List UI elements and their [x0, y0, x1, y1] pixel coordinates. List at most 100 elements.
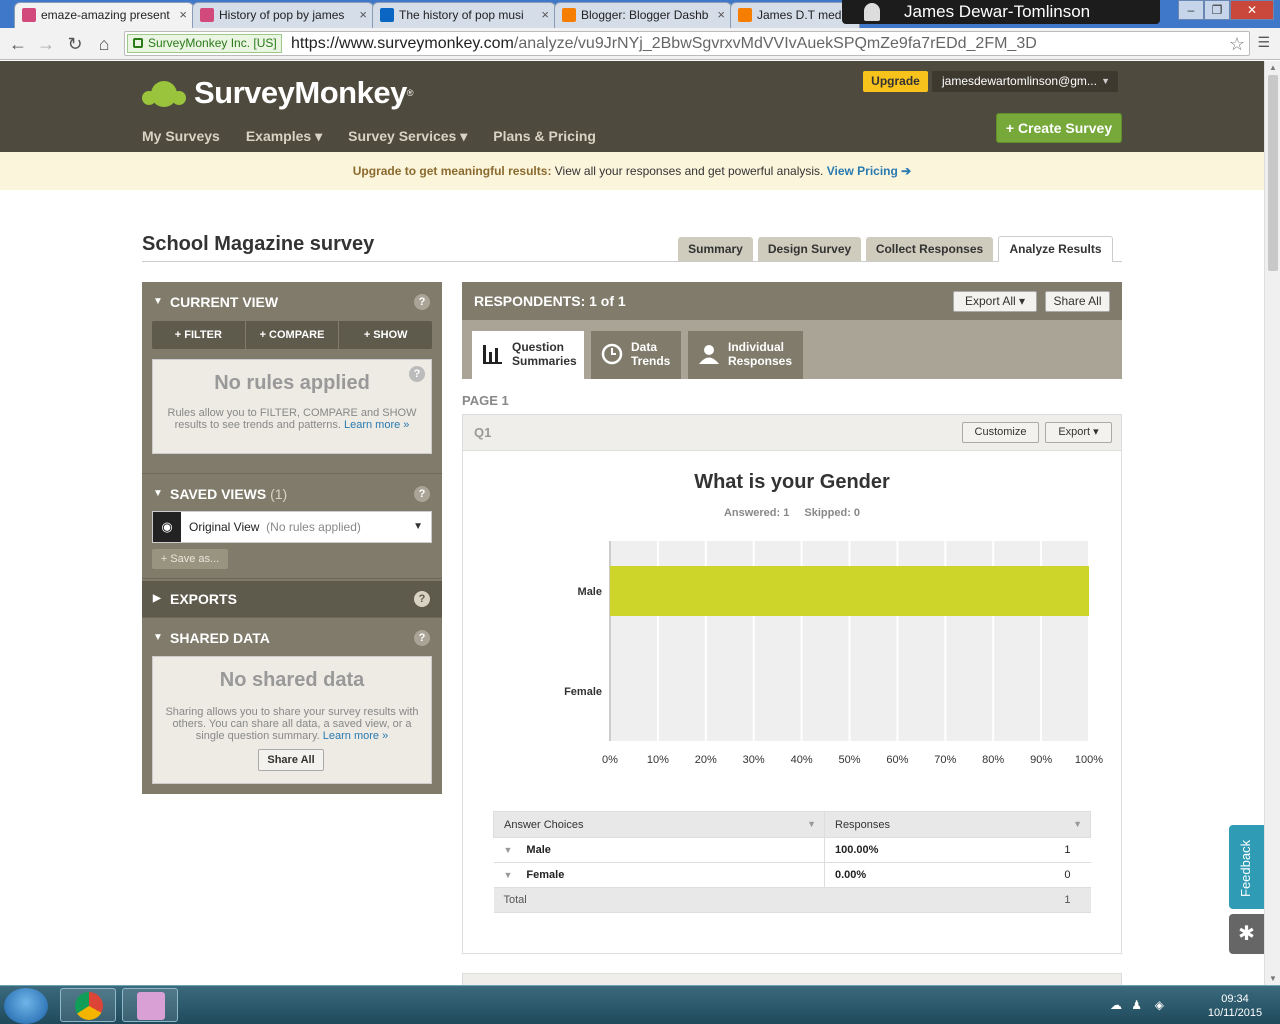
- x-tick-label: 10%: [647, 754, 669, 766]
- export-all-button[interactable]: Export All ▾: [953, 291, 1037, 312]
- forward-icon[interactable]: →: [34, 32, 58, 56]
- close-tab-icon[interactable]: ×: [717, 3, 725, 27]
- window-controls: – ❐ ✕: [1178, 0, 1274, 20]
- minimize-icon[interactable]: –: [1178, 0, 1204, 20]
- help-icon[interactable]: ?: [414, 630, 430, 646]
- help-icon[interactable]: ?: [414, 294, 430, 310]
- survey-title: School Magazine survey: [142, 233, 375, 255]
- favicon-icon: [200, 8, 214, 22]
- windows-taskbar: ☁ ♟ ◈ 09:34 10/11/2015: [0, 985, 1280, 1024]
- sort-icon: ▼: [807, 818, 816, 829]
- question-stats: Answered: 1 Skipped: 0: [723, 507, 861, 519]
- browser-tab[interactable]: History of pop by james ×: [192, 2, 374, 28]
- x-tick-label: 50%: [838, 754, 860, 766]
- scroll-up-icon[interactable]: ▲: [1265, 63, 1280, 72]
- tab-analyze-results[interactable]: Analyze Results: [998, 236, 1113, 262]
- tab-collect-responses[interactable]: Collect Responses: [866, 237, 993, 261]
- table-total-row: Total 1: [493, 887, 1091, 913]
- compare-button[interactable]: + COMPARE: [246, 321, 340, 349]
- reload-icon[interactable]: ↻: [63, 32, 87, 56]
- col-responses[interactable]: Responses ▼: [824, 811, 1091, 838]
- maximize-icon[interactable]: ❐: [1204, 0, 1230, 20]
- page-label: PAGE 1: [462, 393, 509, 408]
- browser-tab[interactable]: emaze-amazing present ×: [14, 2, 194, 28]
- home-icon[interactable]: ⌂: [92, 32, 116, 56]
- secure-badge[interactable]: SurveyMonkey Inc. [US]: [127, 34, 282, 53]
- taskbar-chrome-app[interactable]: [60, 988, 116, 1022]
- tab-individual-responses[interactable]: Individual Responses: [688, 331, 803, 379]
- network-icon[interactable]: ☁: [1110, 998, 1122, 1012]
- browser-profile-button[interactable]: James Dewar-Tomlinson: [842, 0, 1160, 24]
- nav-my-surveys[interactable]: My Surveys: [142, 128, 220, 145]
- save-as-button[interactable]: + Save as...: [152, 549, 228, 569]
- x-tick-label: 80%: [982, 754, 1004, 766]
- nav-plans-pricing[interactable]: Plans & Pricing: [493, 128, 596, 145]
- address-bar[interactable]: SurveyMonkey Inc. [US] https://www.surve…: [124, 31, 1250, 56]
- browser-menu-icon[interactable]: ☰: [1257, 34, 1270, 51]
- result-view-tabs: Question Summaries Data Trends Individua…: [462, 320, 1122, 379]
- tab-data-trends[interactable]: Data Trends: [591, 331, 681, 379]
- export-button[interactable]: Export ▾: [1045, 422, 1112, 443]
- security-icon[interactable]: ◈: [1155, 998, 1164, 1012]
- taskbar-user-app[interactable]: [122, 988, 178, 1022]
- tab-question-summaries[interactable]: Question Summaries: [472, 331, 584, 379]
- back-icon[interactable]: ←: [6, 32, 30, 56]
- clock[interactable]: 09:34 10/11/2015: [1200, 992, 1270, 1020]
- bug-report-icon[interactable]: ✱: [1229, 914, 1264, 954]
- nav-survey-services[interactable]: Survey Services ▾: [348, 128, 467, 145]
- bar-male: [610, 566, 1089, 616]
- learn-more-link[interactable]: Learn more »: [344, 419, 409, 431]
- scrollbar-thumb[interactable]: [1268, 75, 1278, 271]
- show-button[interactable]: + SHOW: [339, 321, 432, 349]
- browser-tab-strip: emaze-amazing present × History of pop by …: [0, 0, 1280, 28]
- expand-row-icon[interactable]: ▼: [504, 845, 513, 855]
- feedback-tab[interactable]: Feedback: [1229, 825, 1264, 909]
- expand-row-icon[interactable]: ▼: [504, 870, 513, 880]
- help-icon[interactable]: ?: [414, 486, 430, 502]
- tab-design-survey[interactable]: Design Survey: [758, 237, 861, 261]
- category-label: Male: [578, 586, 602, 598]
- page-scrollbar[interactable]: ▲ ▼: [1264, 61, 1280, 985]
- main-nav: My Surveys Examples ▾ Survey Services ▾ …: [142, 128, 622, 145]
- user-tray-icon[interactable]: ♟: [1131, 998, 1142, 1012]
- filter-button[interactable]: + FILTER: [152, 321, 246, 349]
- question-number: Q1: [474, 425, 492, 440]
- x-tick-label: 90%: [1030, 754, 1052, 766]
- browser-toolbar: ← → ↻ ⌂ SurveyMonkey Inc. [US] https://w…: [0, 28, 1280, 60]
- saved-view-select[interactable]: ◉ Original View (No rules applied) ▼: [152, 511, 432, 543]
- close-window-icon[interactable]: ✕: [1230, 0, 1274, 20]
- nav-examples[interactable]: Examples ▾: [246, 128, 322, 145]
- close-tab-icon[interactable]: ×: [179, 3, 187, 27]
- scroll-down-icon[interactable]: ▼: [1265, 974, 1280, 983]
- x-tick-label: 70%: [934, 754, 956, 766]
- favicon-icon: [562, 8, 576, 22]
- upgrade-button[interactable]: Upgrade: [863, 71, 928, 92]
- share-all-button[interactable]: Share All: [258, 749, 324, 771]
- share-all-button[interactable]: Share All: [1045, 291, 1110, 312]
- close-tab-icon[interactable]: ×: [359, 3, 367, 27]
- bookmark-star-icon[interactable]: ☆: [1229, 32, 1245, 56]
- shared-data-header[interactable]: ▼ SHARED DATA ?: [142, 620, 442, 656]
- browser-tab[interactable]: Blogger: Blogger Dashb ×: [554, 2, 732, 28]
- tab-summary[interactable]: Summary: [678, 237, 753, 261]
- view-pricing-link[interactable]: View Pricing ➔: [827, 164, 912, 178]
- close-tab-icon[interactable]: ×: [541, 3, 549, 27]
- chrome-icon: [75, 992, 103, 1020]
- current-view-header[interactable]: ▼ CURRENT VIEW ?: [142, 284, 442, 320]
- saved-views-header[interactable]: ▼ SAVED VIEWS (1) ?: [142, 476, 442, 512]
- learn-more-link[interactable]: Learn more »: [323, 730, 388, 742]
- col-answer-choices[interactable]: Answer Choices ▼: [493, 811, 825, 838]
- account-menu[interactable]: jamesdewartomlinson@gm... ▼: [932, 71, 1118, 92]
- start-button-icon[interactable]: [4, 988, 48, 1024]
- create-survey-button[interactable]: + Create Survey: [996, 113, 1122, 143]
- browser-tab[interactable]: The history of pop musi ×: [372, 2, 556, 28]
- browser-tab[interactable]: James D.T medi×: [730, 2, 860, 28]
- surveymonkey-logo[interactable]: SurveyMonkey ®: [142, 75, 413, 111]
- responses-table: Answer Choices ▼ Responses ▼ ▼ Male 100.00% 1…: [493, 811, 1091, 913]
- x-tick-label: 40%: [791, 754, 813, 766]
- help-icon[interactable]: ?: [409, 366, 425, 382]
- customize-button[interactable]: Customize: [962, 422, 1039, 443]
- expand-triangle-icon: ▶: [153, 593, 161, 604]
- exports-header[interactable]: ▶ EXPORTS ?: [142, 581, 442, 617]
- help-icon[interactable]: ?: [414, 591, 430, 607]
